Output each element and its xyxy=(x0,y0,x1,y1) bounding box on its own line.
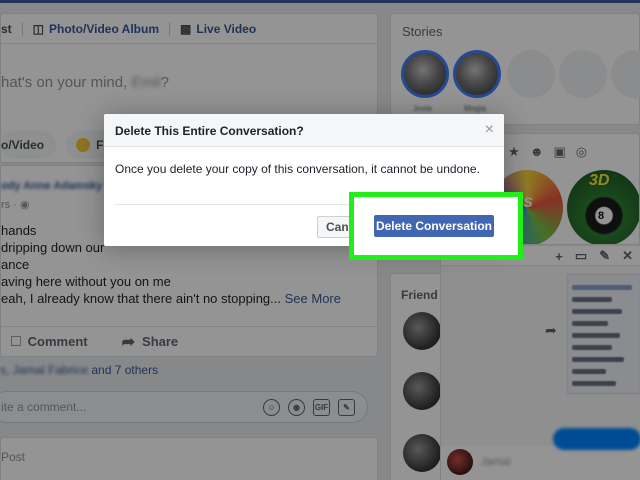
close-icon[interactable]: × xyxy=(485,122,494,138)
dialog-title: Delete This Entire Conversation? xyxy=(115,124,304,138)
dialog-header: Delete This Entire Conversation? × xyxy=(104,114,504,147)
delete-conversation-button[interactable]: Delete Conversation xyxy=(374,215,494,237)
dialog-message: Once you delete your copy of this conver… xyxy=(115,162,480,176)
